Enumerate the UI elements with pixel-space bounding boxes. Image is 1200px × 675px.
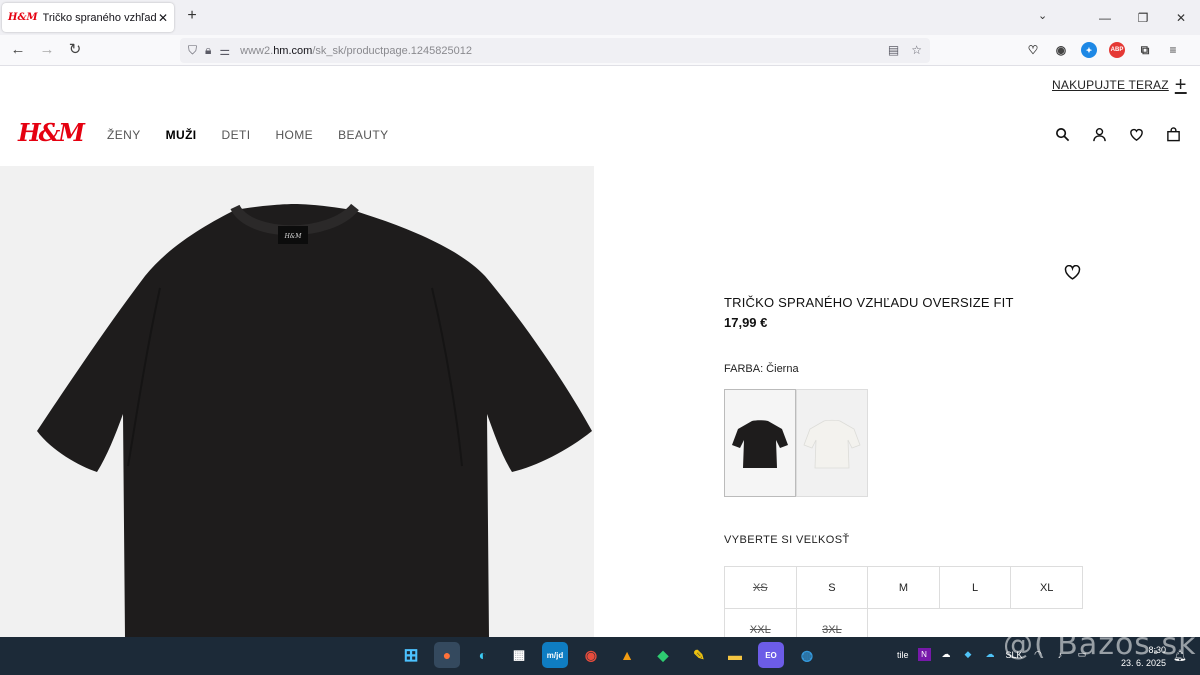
hm-logo[interactable]: H&M [18, 118, 85, 147]
forward-arrow-icon[interactable]: → [37, 41, 57, 59]
product-price: 17,99 € [724, 315, 768, 330]
onenote-icon[interactable]: N [917, 648, 931, 661]
tools-icon[interactable]: ✎ [686, 642, 712, 668]
size-label: VYBERTE SI VEĽKOSŤ [724, 534, 850, 546]
header-icons [1055, 127, 1181, 142]
microsoft-store-icon[interactable]: ▦ [506, 642, 532, 668]
hm-favicon-icon: H&M [8, 12, 38, 23]
reader-view-icon[interactable]: ▤ [888, 43, 899, 57]
size-option-xl[interactable]: XL [1010, 566, 1083, 609]
nav-item-home[interactable]: HOME [275, 128, 313, 142]
tab-title: Tričko spraného vzhľadu Oversize [42, 11, 156, 24]
close-window-icon[interactable]: ✕ [1162, 11, 1200, 25]
product-title: TRIČKO SPRANÉHO VZHĽADU OVERSIZE FIT [724, 295, 1014, 310]
firefox-icon[interactable]: ● [434, 642, 460, 668]
extensions-toolbar: ♡ ◉ ✦ ABP ⧉ ≡ [1025, 42, 1181, 58]
search-icon[interactable] [1055, 127, 1070, 142]
svg-text:H&M: H&M [284, 233, 303, 240]
tile-tray-label[interactable]: tile [897, 650, 909, 660]
color-swatches [724, 389, 868, 497]
app-eo-icon[interactable]: EO [758, 642, 784, 668]
white-tshirt-thumbnail [803, 419, 861, 469]
reload-icon[interactable]: ↻ [65, 41, 85, 59]
black-tshirt-thumbnail [732, 420, 788, 468]
size-option-xs[interactable]: XS [724, 566, 797, 609]
browser-tab-bar: H&M Tričko spraného vzhľadu Oversize ✕ +… [0, 0, 1200, 35]
minimize-icon[interactable]: — [1086, 11, 1124, 25]
lock-icon[interactable]: 🔒︎ [205, 43, 211, 58]
black-tshirt-image: H&M [37, 203, 592, 638]
shield-icon[interactable]: ⛉ [188, 43, 197, 58]
product-image[interactable]: H&M [0, 166, 594, 638]
browser-nav-bar: ← → ↻ ⛉ 🔒︎ ⚌ www2.hm.com/sk_sk/productpa… [0, 35, 1200, 66]
windows-start-icon[interactable]: ⊞ [398, 642, 424, 668]
restore-icon[interactable]: ❐ [1124, 11, 1162, 25]
vlc-icon[interactable]: ▲ [614, 642, 640, 668]
shop-now-link[interactable]: NAKUPUJTE TERAZ + [1052, 74, 1187, 96]
url-text[interactable]: www2.hm.com/sk_sk/productpage.1245825012 [240, 45, 472, 57]
window-controls: — ❐ ✕ [1086, 0, 1200, 35]
extension-bird-icon[interactable]: ✦ [1081, 42, 1097, 58]
shop-now-label: NAKUPUJTE TERAZ [1052, 78, 1169, 92]
size-option-s[interactable]: S [795, 566, 869, 609]
color-label: FARBA: Čierna [724, 363, 799, 375]
main-nav: ŽENY MUŽI DETI HOME BEAUTY [107, 128, 389, 142]
menu-icon[interactable]: ≡ [1165, 42, 1181, 58]
file-explorer-icon[interactable]: ▬ [722, 642, 748, 668]
nav-item-deti[interactable]: DETI [222, 128, 251, 142]
close-tab-icon[interactable]: ✕ [158, 11, 168, 25]
onedrive-icon[interactable]: ☁ [984, 648, 997, 661]
permissions-icon[interactable]: ⚌ [219, 44, 230, 58]
profile-icon[interactable]: ◉ [1053, 42, 1069, 58]
bookmark-star-icon[interactable]: ☆ [911, 43, 922, 57]
tab-list-chevron-icon[interactable]: ⌄ [1038, 9, 1047, 22]
adblock-plus-icon[interactable]: ABP [1109, 42, 1125, 58]
size-option-l[interactable]: L [938, 566, 1012, 609]
favorites-icon[interactable] [1129, 127, 1144, 142]
bazos-watermark: @( Bazos.sk [1003, 627, 1197, 662]
myjd-icon[interactable]: m/jd [542, 642, 568, 668]
browser-tab[interactable]: H&M Tričko spraného vzhľadu Oversize ✕ [2, 3, 174, 32]
extensions-puzzle-icon[interactable]: ⧉ [1137, 42, 1153, 58]
pocket-icon[interactable]: ♡ [1025, 42, 1041, 58]
bag-icon[interactable] [1166, 127, 1181, 142]
cloud-icon[interactable]: ☁ [940, 648, 953, 661]
plus-icon: + [1174, 74, 1187, 96]
taskbar-apps: ⊞ ● ◐ ▦ m/jd ◉ ▲ ◆ ✎ ▬ EO ◍ [398, 642, 820, 668]
size-option-m[interactable]: M [867, 566, 940, 609]
nav-item-zeny[interactable]: ŽENY [107, 128, 141, 142]
color-swatch-white[interactable] [796, 389, 868, 497]
edge-icon[interactable]: ◐ [470, 642, 496, 668]
account-icon[interactable] [1092, 127, 1107, 142]
photo-app-icon[interactable]: ◉ [578, 642, 604, 668]
new-tab-button[interactable]: + [182, 7, 202, 25]
add-to-favorites-button[interactable] [1064, 264, 1081, 285]
color-swatch-black[interactable] [724, 389, 796, 497]
address-bar[interactable]: ⛉ 🔒︎ ⚌ www2.hm.com/sk_sk/productpage.124… [180, 38, 930, 63]
tray-app-icon[interactable]: ◆ [962, 648, 975, 661]
app-icon[interactable]: ◆ [650, 642, 676, 668]
nav-item-muzi[interactable]: MUŽI [166, 128, 197, 142]
back-arrow-icon[interactable]: ← [8, 41, 28, 59]
nav-item-beauty[interactable]: BEAUTY [338, 128, 388, 142]
browser-app-icon[interactable]: ◍ [794, 642, 820, 668]
heart-icon [1064, 264, 1081, 280]
